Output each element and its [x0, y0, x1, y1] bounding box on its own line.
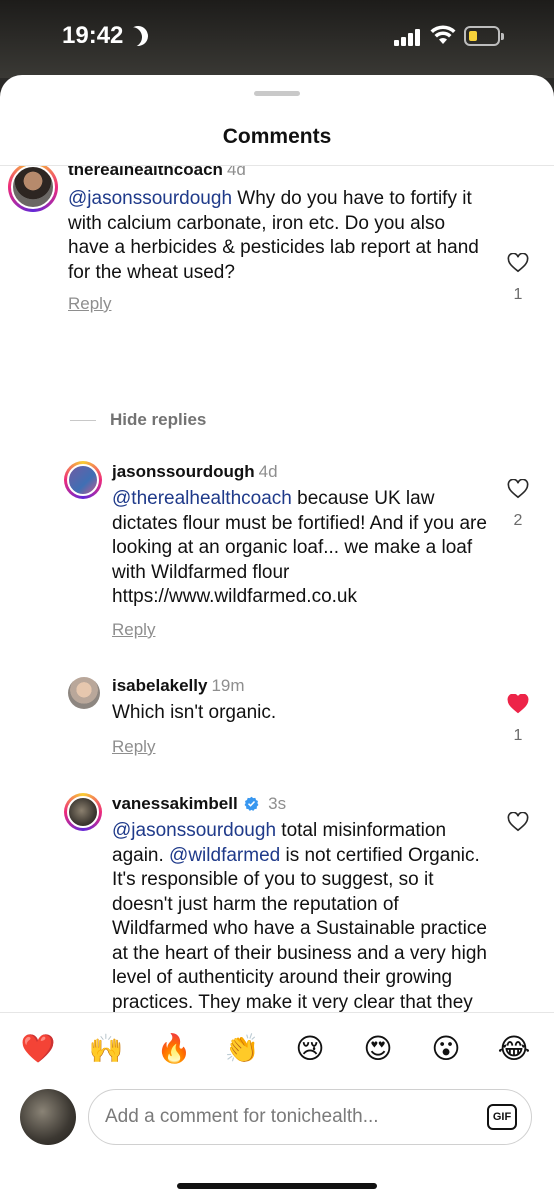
timestamp: 4d — [226, 166, 246, 179]
hide-replies-line — [70, 420, 96, 421]
status-bar: 19:42 — [0, 0, 554, 78]
raising-hands-emoji-button[interactable]: 🙌 — [88, 1033, 124, 1065]
timestamp: 3s — [268, 794, 287, 813]
timestamp: 19m — [211, 676, 245, 695]
comments-list[interactable]: therealhealthcoach 4d @jasonssourdough Wh… — [0, 166, 554, 1012]
avatar[interactable] — [64, 793, 102, 831]
like-count: 1 — [513, 727, 523, 744]
comment-header: jasonssourdough 4d — [112, 462, 278, 482]
gif-button[interactable]: GIF — [487, 1104, 517, 1130]
cellular-signal-icon — [394, 28, 424, 46]
avatar[interactable] — [64, 461, 102, 499]
hide-replies-button[interactable]: Hide replies — [110, 410, 206, 430]
status-time: 19:42 — [62, 22, 124, 49]
mention-link[interactable]: @jasonssourdough — [112, 820, 276, 841]
heart-eyes-emoji-button[interactable]: 😍 — [360, 1033, 396, 1065]
like-count: 2 — [513, 512, 523, 529]
comment-header: therealhealthcoach 4d — [68, 166, 246, 180]
sheet-grabber[interactable] — [254, 91, 300, 96]
timestamp: 4d — [258, 462, 278, 481]
home-indicator[interactable] — [177, 1183, 377, 1189]
moon-icon — [125, 23, 151, 49]
composer-avatar — [20, 1089, 76, 1145]
reply-button[interactable]: Reply — [112, 620, 155, 640]
quick-reactions-bar: ❤️ 🙌 🔥 👏 😢 😍 😮 😂 — [0, 1012, 554, 1090]
username[interactable]: jasonssourdough — [112, 462, 255, 481]
fire-emoji-button[interactable]: 🔥 — [156, 1033, 192, 1065]
like-count: 1 — [513, 286, 523, 303]
username[interactable]: vanessakimbell — [112, 794, 238, 813]
reply-button[interactable]: Reply — [68, 294, 111, 314]
avatar[interactable] — [68, 677, 100, 709]
heart-outline-icon[interactable] — [507, 253, 529, 273]
heart-emoji-button[interactable]: ❤️ — [20, 1033, 56, 1065]
mention-link[interactable]: @wildfarmed — [169, 845, 280, 866]
username[interactable]: isabelakelly — [112, 676, 207, 695]
clapping-emoji-button[interactable]: 👏 — [224, 1033, 260, 1065]
mention-link[interactable]: @therealhealthcoach — [112, 488, 292, 509]
heart-filled-icon[interactable] — [507, 694, 529, 714]
surprised-emoji-button[interactable]: 😮 — [428, 1033, 464, 1065]
reply-button[interactable]: Reply — [112, 737, 155, 757]
username[interactable]: therealhealthcoach — [68, 166, 223, 179]
mention-link[interactable]: @jasonssourdough — [68, 188, 232, 209]
crying-emoji-button[interactable]: 😢 — [292, 1033, 328, 1065]
comment-text: @therealhealthcoach because UK law dicta… — [112, 488, 487, 607]
sheet-title: Comments — [222, 125, 332, 148]
avatar[interactable] — [8, 166, 58, 212]
comment-text: Which isn't organic. — [112, 702, 277, 723]
verified-badge-icon — [245, 796, 259, 811]
comment-header: isabelakelly 19m — [112, 676, 245, 696]
heart-outline-icon[interactable] — [507, 479, 529, 499]
battery-icon — [464, 26, 504, 46]
comments-sheet: Comments therealhealthcoach 4d @jasonssou… — [0, 75, 554, 1200]
comment-input[interactable]: Add a comment for tonichealth... GIF — [88, 1089, 532, 1145]
wifi-icon — [430, 25, 456, 44]
laughing-emoji-button[interactable]: 😂 — [496, 1033, 532, 1065]
comment-text: @jasonssourdough Why do you have to fort… — [68, 188, 479, 283]
comment-input-placeholder: Add a comment for tonichealth... — [105, 1106, 379, 1127]
comment-text: @jasonssourdough total misinformation ag… — [112, 820, 487, 1012]
heart-outline-icon[interactable] — [507, 812, 529, 832]
comment-header: vanessakimbell 3s — [112, 794, 286, 814]
